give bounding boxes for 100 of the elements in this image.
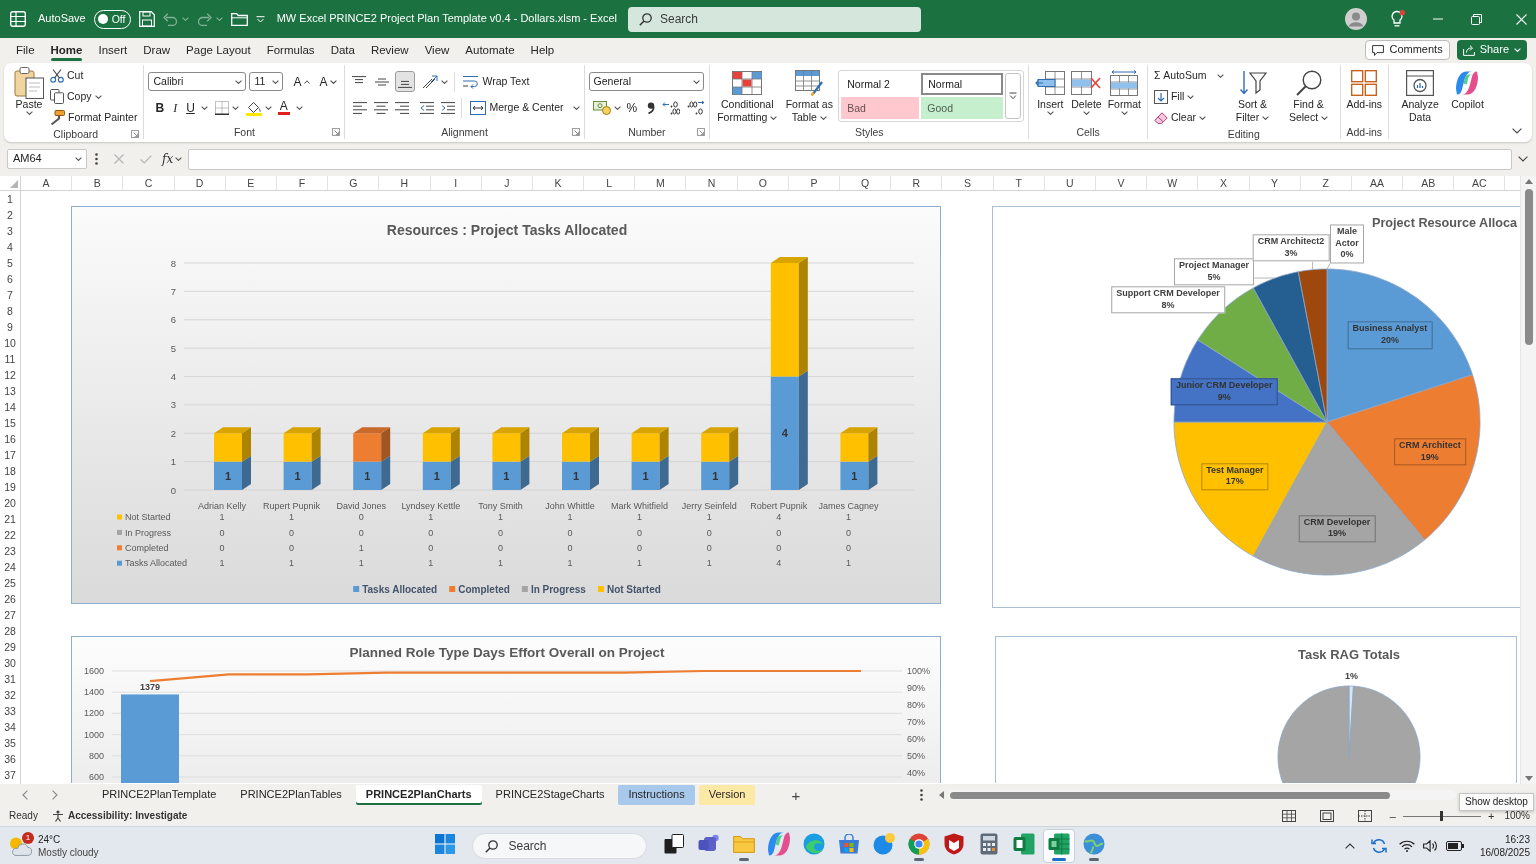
data-label: CRM Architect 19%: [1394, 438, 1466, 466]
axis-label: 5: [170, 342, 176, 354]
data-table-cell: 0: [497, 543, 503, 553]
axis-label: 3: [170, 399, 176, 411]
data-table-cell: 1: [289, 558, 295, 569]
axis-label: 100%: [907, 666, 931, 676]
group-label: Alignment: [441, 125, 488, 139]
legend-label: Tasks Allocated: [362, 584, 438, 595]
data-table-cell: 1: [497, 558, 503, 569]
axis-label: 40%: [907, 768, 925, 778]
data-table-cell: 0: [428, 543, 434, 553]
axis-label: 90%: [907, 683, 925, 693]
data-table-cell: 1: [358, 543, 364, 553]
data-label: 1379: [140, 682, 160, 693]
chart-title: Resources : Project Tasks Allocated: [386, 222, 628, 238]
data-table-cell: 0: [637, 527, 643, 538]
data-table-label: Tasks Allocated: [125, 558, 188, 569]
group-label: Add-ins: [1346, 125, 1383, 139]
data-table-cell: 0: [358, 512, 364, 523]
axis-label: 2: [170, 427, 176, 439]
axis-label: 1: [170, 456, 176, 468]
group-label: Editing: [1227, 128, 1260, 141]
group-label: Styles: [855, 125, 884, 139]
category-label: John Whittle: [545, 501, 595, 511]
axis-label: 1600: [83, 666, 104, 676]
status-text: Ready: [9, 810, 38, 822]
axis-label: 8: [170, 257, 176, 269]
axis-label: 50%: [907, 751, 925, 761]
data-label: 1: [433, 469, 440, 482]
data-table-cell: 0: [776, 527, 782, 538]
data-table-label: In Progress: [125, 527, 172, 538]
category-label: Lyndsey Kettle: [401, 501, 461, 511]
data-table-cell: 1: [567, 558, 573, 569]
data-table-cell: 1: [637, 558, 643, 569]
notification-badge: 1: [22, 831, 34, 844]
group-label: Clipboard: [53, 128, 99, 141]
category-label: David Jones: [336, 501, 386, 511]
data-table-cell: 0: [428, 527, 434, 538]
axis-label: 7: [170, 285, 176, 297]
data-label: Test Manager 17%: [1201, 462, 1269, 491]
data-table-cell: 0: [567, 527, 573, 538]
group-label: Font: [233, 125, 255, 139]
data-table-cell: 0: [358, 527, 364, 538]
group-label: Cells: [1076, 125, 1100, 139]
category-label: Rupert Pupnik: [263, 501, 321, 511]
axis-label: 1000: [83, 729, 104, 740]
data-table-label: Not Started: [125, 512, 171, 523]
axis-label: 70%: [907, 717, 925, 727]
legend-label: In Progress: [530, 584, 586, 595]
data-table-cell: 4: [776, 512, 782, 523]
data-table-cell: 0: [776, 543, 782, 553]
axis-label: 1200: [83, 708, 104, 719]
data-table-cell: 4: [776, 558, 782, 569]
data-label: Junior CRM Developer 9%: [1170, 378, 1278, 406]
tooltip: Show desktop: [1459, 793, 1534, 811]
data-table-cell: 1: [428, 512, 434, 523]
data-table-cell: 0: [289, 543, 295, 553]
data-table-cell: 1: [289, 512, 295, 523]
data-table-cell: 1: [637, 512, 643, 523]
autosave-label: AutoSave: [38, 12, 86, 26]
data-table-cell: 1: [845, 512, 851, 523]
chart-title: Project Resource Alloca: [1372, 215, 1520, 230]
data-table-cell: 0: [289, 527, 295, 538]
data-table-cell: 0: [567, 543, 573, 553]
category-label: Mark Whitfield: [611, 501, 669, 511]
axis-label: 0: [170, 484, 176, 496]
data-table-cell: 0: [497, 527, 503, 538]
data-table-cell: 0: [706, 543, 712, 553]
legend-label: Not Started: [606, 584, 661, 595]
data-label: 1: [851, 469, 858, 482]
data-table-cell: 0: [219, 543, 225, 553]
category-label: Tony Smith: [478, 501, 523, 511]
data-table-cell: 1: [706, 558, 712, 569]
data-label: 1: [294, 469, 301, 482]
data-table-cell: 0: [219, 527, 225, 538]
data-label: Project Manager 5%: [1174, 258, 1254, 286]
data-table-cell: 1: [497, 512, 503, 523]
axis-label: 800: [88, 750, 104, 761]
data-label: 1: [224, 469, 232, 482]
data-label: 1: [642, 469, 649, 482]
axis-label: 1400: [83, 687, 104, 698]
data-label: 1: [712, 469, 719, 482]
data-label: 1: [503, 469, 510, 482]
category-label: Adrian Kelly: [198, 501, 246, 511]
data-table-cell: 1: [219, 512, 225, 523]
data-table-cell: 0: [706, 527, 712, 538]
data-label: 1%: [1344, 670, 1359, 684]
data-table-cell: 0: [845, 527, 851, 538]
data-label: 4: [781, 427, 788, 440]
data-table-cell: 1: [845, 558, 851, 569]
data-label: Business Analyst 20%: [1347, 321, 1433, 350]
data-table-cell: 1: [567, 512, 573, 523]
data-table-cell: 0: [637, 543, 643, 553]
data-table-cell: 1: [358, 558, 364, 569]
chart-title: Task RAG Totals: [1297, 647, 1401, 662]
data-table-cell: 1: [428, 558, 434, 569]
axis-label: 60%: [907, 734, 925, 744]
axis-label: 80%: [907, 700, 925, 710]
category-label: James Cagney: [818, 501, 879, 511]
axis-label: 600: [88, 772, 104, 782]
